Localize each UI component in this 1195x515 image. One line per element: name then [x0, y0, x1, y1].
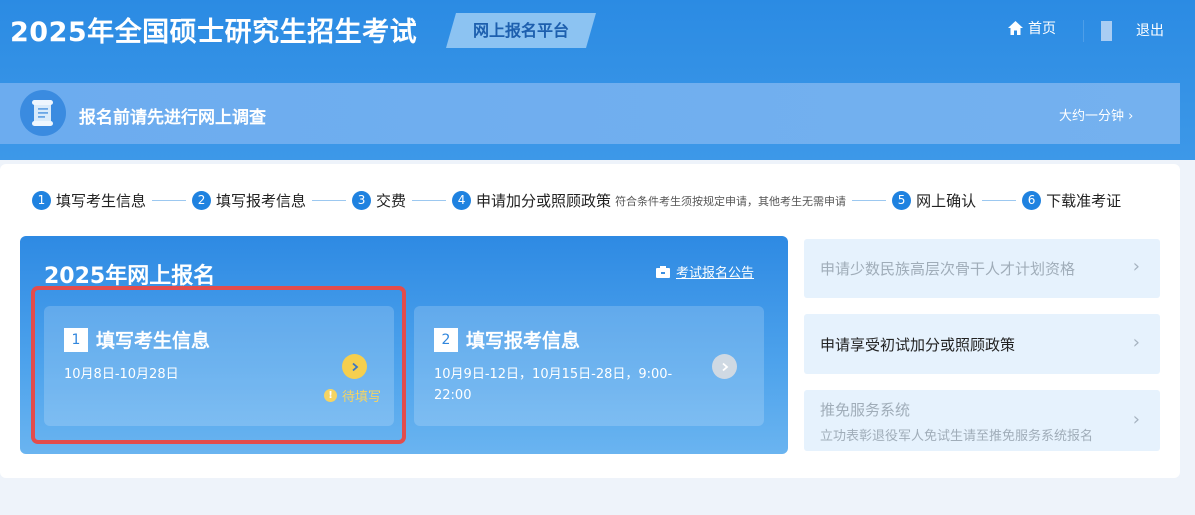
user-avatar[interactable] [1101, 21, 1112, 41]
step-note: 符合条件考生须按规定申请，其他考生无需申请 [615, 194, 847, 208]
fill-candidate-info-card[interactable]: 1 填写考生信息 10月8日-10月28日 ! 待填写 [44, 306, 394, 426]
chevron-right-icon: › [1132, 256, 1140, 277]
step-6: 6 下载准考证 [1022, 190, 1121, 211]
step-4: 4 申请加分或照顾政策 符合条件考生须按规定申请，其他考生无需申请 [452, 190, 846, 211]
step-number: 2 [192, 191, 212, 210]
home-icon [1008, 21, 1023, 35]
card-dates: 10月9日-12日，10月15日-28日，9:00-22:00 [434, 367, 673, 403]
minority-talent-plan-item[interactable]: 申请少数民族高层次骨干人才计划资格 › [804, 239, 1160, 298]
step-label: 填写报考信息 [216, 192, 307, 210]
scroll-icon [20, 90, 66, 136]
chevron-right-icon: › [1132, 332, 1140, 353]
home-label: 首页 [1028, 21, 1056, 37]
platform-tag: 网上报名平台 [446, 13, 596, 48]
step-connector [312, 200, 347, 201]
step-connector [412, 200, 447, 201]
announcement-link[interactable]: 考试报名公告 [656, 262, 754, 281]
step-number: 5 [892, 191, 912, 210]
nav-divider [1083, 20, 1084, 42]
step-label: 填写考生信息 [56, 192, 147, 210]
item-label: 申请少数民族高层次骨干人才计划资格 [820, 260, 1076, 278]
card-title: 填写报考信息 [466, 330, 581, 352]
card-title: 填写考生信息 [96, 330, 211, 352]
step-number: 4 [452, 191, 472, 210]
step-1: 1 填写考生信息 [32, 190, 146, 211]
step-connector [852, 200, 887, 201]
chevron-right-icon[interactable] [342, 354, 367, 379]
step-5: 5 网上确认 [892, 190, 976, 211]
step-number: 6 [1022, 191, 1042, 210]
step-3: 3 交费 [352, 190, 406, 211]
registration-panel: 2025年网上报名 考试报名公告 1 填写考生信息 10月8日-10月28日 !… [20, 236, 788, 454]
registration-title: 2025年网上报名 [44, 264, 216, 289]
announcement-label: 考试报名公告 [676, 266, 755, 281]
page-background [0, 478, 1195, 515]
step-label: 申请加分或照顾政策 [476, 192, 612, 210]
step-label: 交费 [376, 192, 407, 210]
chevron-right-icon[interactable] [712, 354, 737, 379]
alert-icon: ! [324, 389, 337, 402]
card-dates: 10月8日-10月28日 [64, 367, 179, 382]
status-badge: ! 待填写 [324, 386, 381, 405]
card-number: 2 [434, 328, 458, 352]
step-connector [152, 200, 187, 201]
step-2: 2 填写报考信息 [192, 190, 306, 211]
step-label: 网上确认 [916, 192, 977, 210]
step-label: 下载准考证 [1046, 192, 1122, 210]
logout-link[interactable]: 退出 [1136, 20, 1164, 40]
survey-banner[interactable]: 报名前请先进行网上调查 大约一分钟 › [0, 83, 1180, 144]
step-number: 1 [32, 191, 51, 210]
home-link[interactable]: 首页 [1007, 18, 1056, 38]
recommendation-system-item[interactable]: 推免服务系统 立功表彰退役军人免试生请至推免服务系统报名 › [804, 390, 1160, 451]
step-connector [982, 200, 1017, 201]
survey-prompt: 报名前请先进行网上调查 [79, 108, 266, 128]
site-title: 2025年全国硕士研究生招生考试 [10, 17, 418, 48]
chevron-right-icon: › [1132, 409, 1140, 430]
item-label: 推免服务系统 [820, 401, 911, 419]
step-number: 3 [352, 191, 372, 210]
card-number: 1 [64, 328, 88, 352]
item-sublabel: 立功表彰退役军人免试生请至推免服务系统报名 [820, 429, 1094, 444]
bonus-policy-item[interactable]: 申请享受初试加分或照顾政策 › [804, 314, 1160, 374]
fill-application-info-card[interactable]: 2 填写报考信息 10月9日-12日，10月15日-28日，9:00-22:00 [414, 306, 764, 426]
top-header: 2025年全国硕士研究生招生考试 网上报名平台 首页 退出 [0, 0, 1195, 62]
progress-steps: 1 填写考生信息 2 填写报考信息 3 交费 4 申请加分或照顾政策 符合条件考… [32, 190, 1121, 211]
status-label: 待填写 [342, 390, 382, 405]
item-label: 申请享受初试加分或照顾政策 [820, 336, 1016, 354]
survey-duration-link[interactable]: 大约一分钟 › [1059, 105, 1133, 124]
announcement-icon [656, 265, 670, 278]
